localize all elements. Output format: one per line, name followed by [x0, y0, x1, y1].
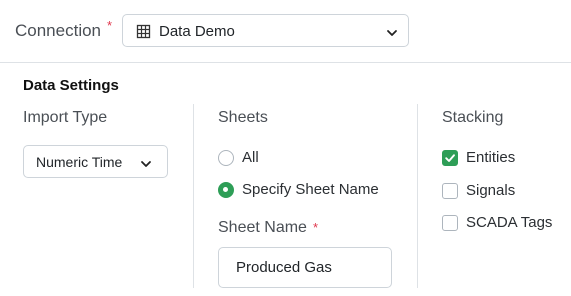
checkbox[interactable] [442, 183, 458, 199]
radio-button[interactable] [218, 182, 234, 198]
import-type-value: Numeric Time [36, 154, 123, 170]
checkbox[interactable] [442, 150, 458, 166]
section-divider [0, 62, 571, 63]
stacking-label: Stacking [442, 109, 504, 126]
radio-label: All [242, 149, 259, 166]
connection-label: Connection [15, 21, 102, 40]
chevron-down-icon [386, 26, 398, 38]
column-divider [417, 104, 418, 288]
connection-select[interactable]: Data Demo [122, 14, 409, 47]
checkbox-label: Entities [466, 149, 516, 166]
data-settings-title: Data Settings [23, 77, 119, 94]
sheet-name-label: Sheet Name [218, 219, 307, 236]
sheets-label: Sheets [218, 109, 268, 126]
checkbox-label: Signals [466, 182, 516, 199]
chevron-down-icon [140, 157, 152, 169]
check-icon [445, 154, 455, 162]
sheet-name-input[interactable] [218, 247, 392, 288]
radio-button[interactable] [218, 150, 234, 166]
connection-select-value: Data Demo [159, 23, 235, 40]
import-type-label: Import Type [23, 109, 108, 126]
required-mark: * [107, 18, 113, 33]
checkbox[interactable] [442, 215, 458, 231]
import-type-dropdown[interactable]: Numeric Time [23, 145, 168, 178]
radio-label: Specify Sheet Name [242, 181, 379, 198]
column-divider [193, 104, 194, 288]
required-mark: * [313, 220, 319, 235]
checkbox-label: SCADA Tags [466, 214, 553, 231]
spreadsheet-icon [136, 24, 151, 39]
